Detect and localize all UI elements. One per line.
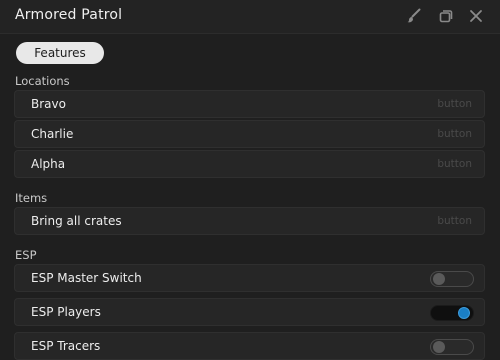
toggle-knob — [458, 307, 470, 319]
esp-tracers-row: ESP Tracers — [14, 332, 485, 360]
location-button-charlie[interactable]: Charlie button — [14, 120, 485, 148]
title-bar: Armored Patrol — [0, 0, 500, 34]
esp-players-toggle[interactable] — [430, 305, 474, 321]
row-label: Bring all crates — [31, 214, 122, 228]
location-button-alpha[interactable]: Alpha button — [14, 150, 485, 178]
location-button-bravo[interactable]: Bravo button — [14, 90, 485, 118]
row-hint: button — [437, 98, 472, 110]
row-label: ESP Master Switch — [31, 271, 142, 285]
toggle-knob — [433, 341, 445, 353]
row-label: Bravo — [31, 97, 66, 111]
esp-tracers-toggle[interactable] — [430, 339, 474, 355]
restore-window-icon[interactable] — [438, 8, 454, 24]
section-label-locations: Locations — [15, 74, 70, 88]
window-title: Armored Patrol — [15, 7, 123, 23]
row-label: Alpha — [31, 157, 66, 171]
section-label-esp: ESP — [15, 248, 37, 262]
row-hint: button — [437, 215, 472, 227]
toggle-knob — [433, 273, 445, 285]
tab-features[interactable]: Features — [16, 42, 104, 64]
bring-all-crates-button[interactable]: Bring all crates button — [14, 207, 485, 235]
row-label: ESP Tracers — [31, 339, 101, 353]
esp-master-switch-toggle[interactable] — [430, 271, 474, 287]
esp-players-row: ESP Players — [14, 298, 485, 326]
row-label: Charlie — [31, 127, 74, 141]
row-label: ESP Players — [31, 305, 101, 319]
esp-master-switch-row: ESP Master Switch — [14, 264, 485, 292]
close-icon[interactable] — [468, 8, 484, 24]
row-hint: button — [437, 158, 472, 170]
brush-icon[interactable] — [406, 8, 422, 24]
row-hint: button — [437, 128, 472, 140]
section-label-items: Items — [15, 191, 48, 205]
